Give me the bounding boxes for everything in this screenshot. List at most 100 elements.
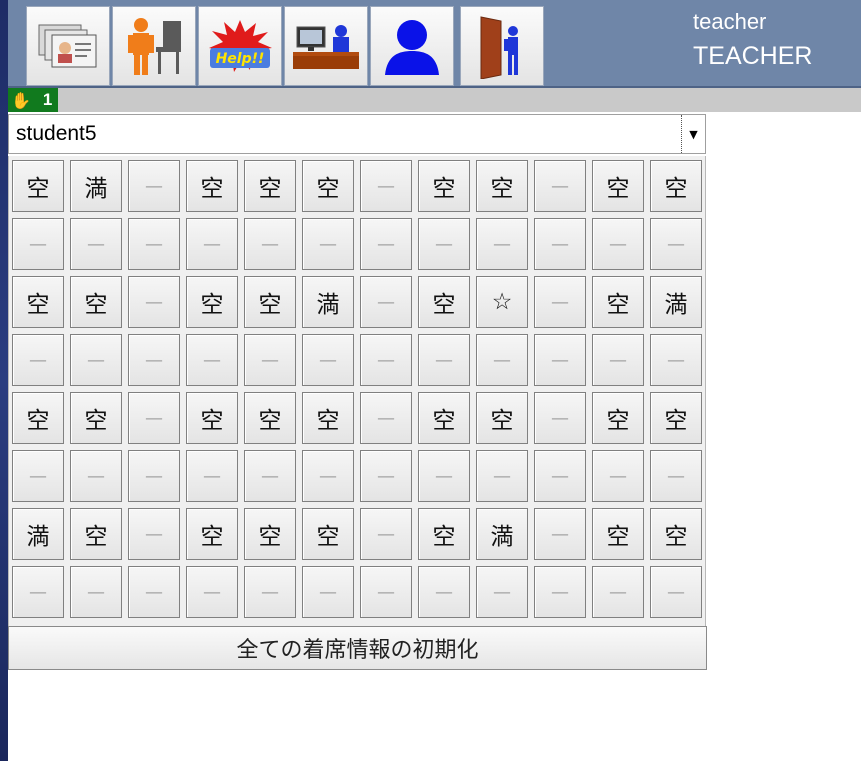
seat-button[interactable]: — [302,218,354,270]
seat-button[interactable]: — [360,392,412,444]
dropdown-arrow-icon[interactable]: ▼ [681,115,705,153]
seat-button[interactable]: — [186,334,238,386]
seat-button[interactable]: — [534,334,586,386]
seat-button[interactable]: — [534,566,586,618]
seat-button[interactable]: — [244,218,296,270]
seat-button[interactable]: 空 [418,276,470,328]
seat-button[interactable]: — [128,450,180,502]
seat-button[interactable]: 空 [592,160,644,212]
seat-button[interactable]: 空 [418,160,470,212]
seat-button[interactable]: — [70,450,122,502]
seat-button[interactable]: 満 [650,276,702,328]
seat-button[interactable]: — [360,218,412,270]
seat-button[interactable]: — [534,160,586,212]
seat-button[interactable]: 空 [186,508,238,560]
seat-button[interactable]: — [186,566,238,618]
seat-button[interactable]: 空 [186,160,238,212]
seat-button[interactable]: — [244,566,296,618]
seat-button[interactable]: — [128,392,180,444]
seat-button[interactable]: — [592,334,644,386]
seat-button[interactable]: — [360,276,412,328]
seat-button[interactable]: 空 [70,276,122,328]
seat-button[interactable]: 満 [70,160,122,212]
seat-button[interactable]: — [418,334,470,386]
seat-button[interactable]: — [650,566,702,618]
seat-button[interactable]: — [592,450,644,502]
seat-button[interactable]: — [360,508,412,560]
seat-button[interactable]: — [302,566,354,618]
seat-button[interactable]: — [534,218,586,270]
seat-button[interactable]: 空 [302,160,354,212]
seat-button[interactable]: 空 [302,392,354,444]
seat-button[interactable]: — [360,160,412,212]
seat-button[interactable]: — [70,566,122,618]
seat-button[interactable]: 空 [244,508,296,560]
seat-button[interactable]: — [476,334,528,386]
seat-button[interactable]: — [534,508,586,560]
seat-button[interactable]: 空 [12,392,64,444]
seat-button[interactable]: 空 [650,508,702,560]
seat-button[interactable]: 空 [244,392,296,444]
seat-button[interactable]: — [650,218,702,270]
teacher-desk-button[interactable] [284,6,368,86]
seat-button[interactable]: 空 [476,160,528,212]
seat-button[interactable]: — [418,566,470,618]
seat-button[interactable]: — [592,218,644,270]
seat-button[interactable]: — [360,566,412,618]
seat-button[interactable]: — [534,392,586,444]
seat-button[interactable]: — [244,334,296,386]
seat-button[interactable]: 空 [70,508,122,560]
student-dropdown[interactable]: student5 ▼ [8,114,706,154]
seat-button[interactable]: — [244,450,296,502]
seat-button[interactable]: — [650,334,702,386]
help-button[interactable]: Help!! [198,6,282,86]
seat-button[interactable]: — [128,566,180,618]
seat-button[interactable]: 空 [592,276,644,328]
seat-button[interactable]: — [12,334,64,386]
seat-button[interactable]: — [186,218,238,270]
seat-button[interactable]: — [70,218,122,270]
seat-button[interactable]: — [186,450,238,502]
exit-button[interactable] [460,6,544,86]
seat-button[interactable]: — [128,218,180,270]
seat-button[interactable]: — [534,276,586,328]
seat-button[interactable]: 空 [418,508,470,560]
seat-button[interactable]: — [12,566,64,618]
seat-button[interactable]: 空 [70,392,122,444]
seat-button[interactable]: — [418,450,470,502]
seat-button[interactable]: 空 [476,392,528,444]
seat-button[interactable]: ☆ [476,276,528,328]
seat-button[interactable]: 空 [592,392,644,444]
seat-button[interactable]: — [360,334,412,386]
seat-button[interactable]: 満 [302,276,354,328]
seat-button[interactable]: 空 [244,160,296,212]
seat-button[interactable]: 空 [186,392,238,444]
seat-button[interactable]: 空 [12,276,64,328]
seat-button[interactable]: — [12,218,64,270]
seat-button[interactable]: — [476,566,528,618]
seat-button[interactable]: — [128,508,180,560]
seat-button[interactable]: 空 [302,508,354,560]
seat-button[interactable]: — [534,450,586,502]
seat-button[interactable]: 空 [418,392,470,444]
seat-button[interactable]: — [302,334,354,386]
seat-button[interactable]: 空 [12,160,64,212]
raised-hands-badge[interactable]: ✋ 1 [8,88,58,112]
seat-button[interactable]: 空 [650,160,702,212]
seat-button[interactable]: — [476,218,528,270]
seat-assign-button[interactable] [112,6,196,86]
seat-button[interactable]: — [12,450,64,502]
seat-button[interactable]: 空 [186,276,238,328]
seat-button[interactable]: 空 [650,392,702,444]
seat-button[interactable]: — [128,160,180,212]
seat-button[interactable]: — [418,218,470,270]
seat-button[interactable]: — [302,450,354,502]
student-list-button[interactable] [26,6,110,86]
seat-button[interactable]: — [476,450,528,502]
seat-button[interactable]: — [592,566,644,618]
user-button[interactable] [370,6,454,86]
seat-button[interactable]: — [70,334,122,386]
seat-button[interactable]: 満 [476,508,528,560]
reset-all-seats-button[interactable]: 全ての着席情報の初期化 [8,626,707,670]
seat-button[interactable]: — [128,276,180,328]
